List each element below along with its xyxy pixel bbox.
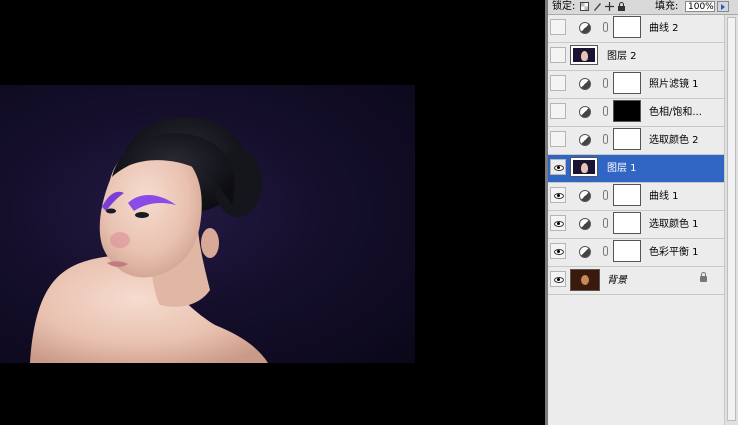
fill-slider-arrow-icon[interactable]: [717, 1, 729, 12]
eye-icon: [554, 193, 564, 199]
link-chain-icon[interactable]: [603, 78, 608, 88]
fill-input[interactable]: 100%: [685, 1, 715, 12]
lock-transparency-icon[interactable]: [580, 2, 589, 11]
visibility-toggle[interactable]: [550, 215, 566, 231]
link-chain-icon[interactable]: [603, 218, 608, 228]
visibility-toggle[interactable]: [550, 47, 566, 63]
layer-name: 图层 2: [607, 51, 637, 62]
fill-label: 填充:: [655, 1, 679, 12]
visibility-toggle[interactable]: [550, 131, 566, 147]
layer-thumbnail[interactable]: [570, 157, 598, 177]
layer-thumbnail[interactable]: [570, 45, 598, 65]
layer-thumbnail[interactable]: [570, 269, 600, 291]
layer-mask-thumbnail[interactable]: [613, 16, 641, 38]
visibility-toggle[interactable]: [550, 19, 566, 35]
layer-layer-1[interactable]: 图层 1: [548, 155, 724, 183]
eye-icon: [554, 249, 564, 255]
layer-mask-thumbnail[interactable]: [613, 100, 641, 122]
lock-pixels-brush-icon[interactable]: [593, 2, 602, 11]
visibility-toggle[interactable]: [550, 103, 566, 119]
layer-name: 选取颜色 1: [649, 219, 699, 230]
layer-photo-filter-1[interactable]: 照片滤镜 1: [548, 71, 724, 99]
layer-layer-2[interactable]: 图层 2: [548, 43, 724, 71]
adjustment-layer-icon: [579, 106, 591, 118]
adjustment-layer-icon: [579, 22, 591, 34]
lock-label: 锁定:: [552, 1, 576, 12]
portrait-illustration: [30, 117, 268, 363]
adjustment-layer-icon: [579, 78, 591, 90]
layer-selective-color-1[interactable]: 选取颜色 1: [548, 211, 724, 239]
adjustment-layer-icon: [579, 134, 591, 146]
layer-name: 照片滤镜 1: [649, 79, 699, 90]
eye-icon: [554, 277, 564, 283]
layer-name: 图层 1: [607, 163, 637, 174]
visibility-toggle[interactable]: [550, 271, 566, 287]
layer-curves-1[interactable]: 曲线 1: [548, 183, 724, 211]
layer-name: 选取颜色 2: [649, 135, 699, 146]
layer-name: 背景: [607, 275, 627, 286]
adjustment-layer-icon: [579, 218, 591, 230]
link-chain-icon[interactable]: [603, 246, 608, 256]
link-chain-icon[interactable]: [603, 190, 608, 200]
adjustment-layer-icon: [579, 246, 591, 258]
visibility-toggle[interactable]: [550, 187, 566, 203]
scrollbar-thumb[interactable]: [727, 17, 736, 421]
visibility-toggle[interactable]: [550, 243, 566, 259]
link-chain-icon[interactable]: [603, 134, 608, 144]
layer-mask-thumbnail[interactable]: [613, 128, 641, 150]
link-chain-icon[interactable]: [603, 106, 608, 116]
visibility-toggle[interactable]: [550, 75, 566, 91]
layer-color-balance-1[interactable]: 色彩平衡 1: [548, 239, 724, 267]
layer-curves-2[interactable]: 曲线 2: [548, 15, 724, 43]
layer-mask-thumbnail[interactable]: [613, 184, 641, 206]
layer-name: 曲线 1: [649, 191, 679, 202]
layer-hue-saturation[interactable]: 色相/饱和...: [548, 99, 724, 127]
layer-selective-color-2[interactable]: 选取颜色 2: [548, 127, 724, 155]
layer-mask-thumbnail[interactable]: [613, 240, 641, 262]
layer-name: 色彩平衡 1: [649, 247, 699, 258]
layer-name: 曲线 2: [649, 23, 679, 34]
layers-panel: 锁定: 填充: 100% 曲线 2 图层 2 照片滤镜 1 色相/饱和... 选…: [548, 0, 738, 425]
link-chain-icon[interactable]: [603, 22, 608, 32]
layers-scrollbar[interactable]: [724, 15, 738, 425]
eye-icon: [554, 165, 564, 171]
adjustment-layer-icon: [579, 190, 591, 202]
lock-position-move-icon[interactable]: [605, 2, 614, 11]
lock-icon: [700, 272, 707, 282]
document-canvas[interactable]: [0, 0, 545, 425]
lock-all-icon[interactable]: [617, 2, 626, 11]
lock-toolbar: 锁定: 填充: 100%: [548, 0, 738, 15]
photo-image: [0, 85, 415, 363]
visibility-toggle[interactable]: [550, 159, 566, 175]
eye-icon: [554, 221, 564, 227]
layer-name: 色相/饱和...: [649, 107, 702, 118]
layer-background[interactable]: 背景: [548, 267, 724, 295]
layer-mask-thumbnail[interactable]: [613, 72, 641, 94]
layer-mask-thumbnail[interactable]: [613, 212, 641, 234]
layers-list: 曲线 2 图层 2 照片滤镜 1 色相/饱和... 选取颜色 2 图层 1 曲线…: [548, 15, 724, 295]
